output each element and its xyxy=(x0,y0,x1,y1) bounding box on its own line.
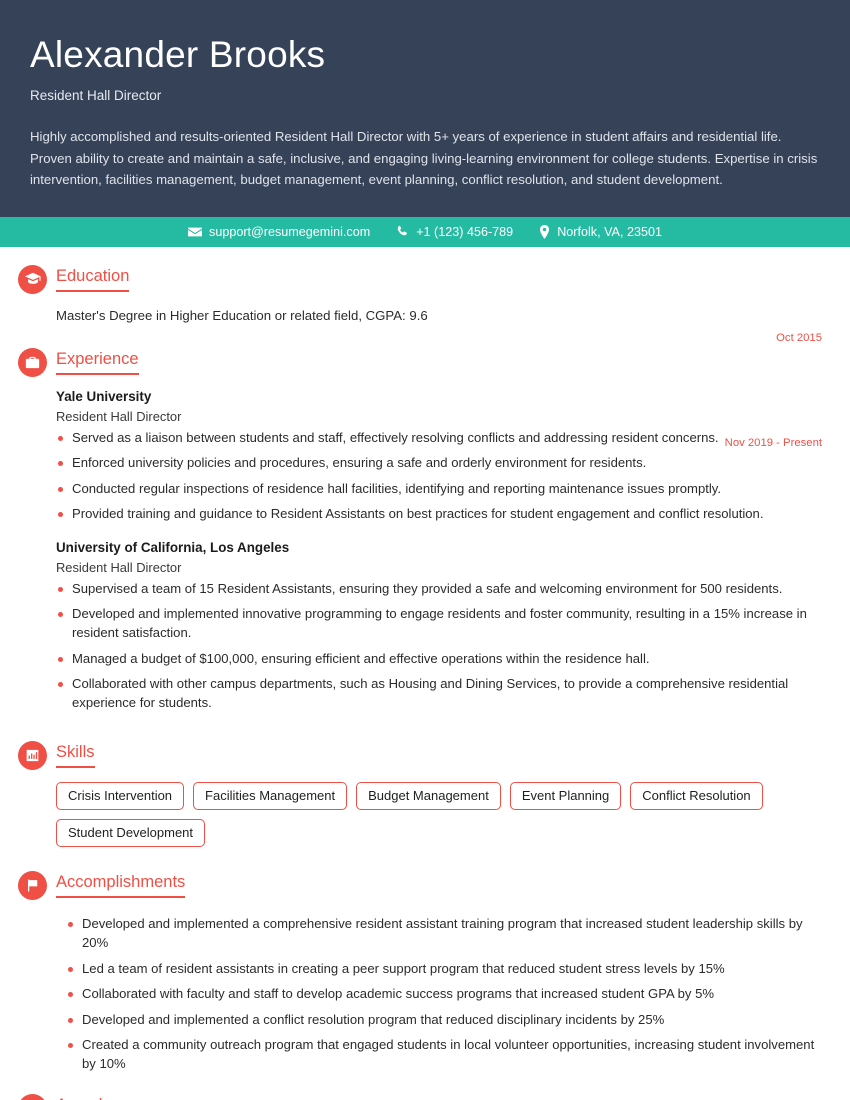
list-item: Collaborated with faculty and staff to d… xyxy=(66,985,822,1004)
list-item: Served as a liaison between students and… xyxy=(56,429,822,448)
experience-company: University of California, Los Angeles xyxy=(56,539,290,555)
section-skills: Skills Crisis Intervention Facilities Ma… xyxy=(18,719,822,848)
section-title-underline xyxy=(56,766,95,769)
contact-phone-text: +1 (123) 456-789 xyxy=(416,224,514,239)
section-accomplishments-title-wrap: Accomplishments xyxy=(56,871,186,899)
trophy-icon xyxy=(18,1094,47,1100)
page-title: Alexander Brooks xyxy=(30,34,326,75)
section-skills-title-wrap: Skills xyxy=(56,741,95,769)
contact-bar: support@resumegemini.com +1 (123) 456-78… xyxy=(0,216,850,247)
section-title: Education xyxy=(56,266,130,285)
section-accomplishments-content: Developed and implemented a comprehensiv… xyxy=(18,900,822,1073)
list-item: Provided training and guidance to Reside… xyxy=(56,505,822,524)
experience-item: University of California, Los Angeles Re… xyxy=(56,540,822,712)
header-job-title: Resident Hall Director xyxy=(30,88,162,104)
list-item: Enforced university policies and procedu… xyxy=(56,454,822,473)
contact-email[interactable]: support@resumegemini.com xyxy=(188,225,370,239)
contact-location-text: Norfolk, VA, 23501 xyxy=(557,224,662,239)
contact-email-text: support@resumegemini.com xyxy=(209,224,371,239)
resume-header: Alexander Brooks Resident Hall Director … xyxy=(0,0,850,217)
skill-chip[interactable]: Crisis Intervention xyxy=(56,782,185,811)
professional-summary: Highly accomplished and results-oriented… xyxy=(30,129,818,188)
section-education: Education Master's Degree in Higher Educ… xyxy=(18,247,822,344)
list-item: Led a team of resident assistants in cre… xyxy=(66,960,822,979)
section-skills-content: Crisis Intervention Facilities Managemen… xyxy=(18,770,822,848)
section-title: Accomplishments xyxy=(56,873,186,892)
section-accomplishments: Accomplishments Developed and implemente… xyxy=(18,847,822,1073)
resume-page: Alexander Brooks Resident Hall Director … xyxy=(0,0,850,1100)
skill-chip[interactable]: Budget Management xyxy=(356,782,501,811)
section-title: Awards xyxy=(56,1096,111,1100)
section-title: Experience xyxy=(56,349,139,368)
experience-bullets: Served as a liaison between students and… xyxy=(56,429,822,524)
section-experience-content: Yale University Resident Hall Director N… xyxy=(18,377,822,713)
bar-chart-icon xyxy=(18,741,47,771)
section-awards-title-wrap: Awards xyxy=(56,1094,111,1100)
experience-role: Resident Hall Director xyxy=(56,559,182,575)
section-experience: Experience Yale University Resident Hall… xyxy=(18,344,822,713)
resume-body: Education Master's Degree in Higher Educ… xyxy=(0,247,850,1100)
section-education-title-wrap: Education xyxy=(56,265,130,292)
section-education-header: Education xyxy=(18,264,822,294)
skill-chip[interactable]: Student Development xyxy=(56,819,206,848)
education-date: Oct 2015 xyxy=(776,331,822,344)
accomplishments-bullets: Developed and implemented a comprehensiv… xyxy=(66,915,822,1073)
section-title-underline xyxy=(56,372,139,375)
graduation-cap-icon xyxy=(18,264,47,294)
flag-icon xyxy=(18,871,47,901)
list-item: Created a community outreach program tha… xyxy=(66,1036,822,1073)
section-awards-header: Awards xyxy=(18,1094,822,1100)
skill-chip[interactable]: Conflict Resolution xyxy=(630,782,763,811)
section-experience-title-wrap: Experience xyxy=(56,348,139,375)
section-accomplishments-header: Accomplishments xyxy=(18,871,822,901)
education-degree: Master's Degree in Higher Education or r… xyxy=(56,307,428,323)
experience-role: Resident Hall Director xyxy=(56,408,182,424)
section-title: Skills xyxy=(56,743,95,762)
section-education-content: Master's Degree in Higher Education or r… xyxy=(18,294,822,344)
skill-chip[interactable]: Event Planning xyxy=(509,782,622,811)
section-title-underline xyxy=(56,289,130,292)
experience-company: Yale University xyxy=(56,388,152,404)
briefcase-icon xyxy=(18,347,47,377)
experience-bullets: Supervised a team of 15 Resident Assista… xyxy=(56,580,822,712)
list-item: Collaborated with other campus departmen… xyxy=(56,675,822,712)
list-item: Conducted regular inspections of residen… xyxy=(56,480,822,499)
skill-chip-list: Crisis Intervention Facilities Managemen… xyxy=(56,770,822,848)
list-item: Developed and implemented a comprehensiv… xyxy=(66,915,822,952)
list-item: Developed and implemented innovative pro… xyxy=(56,605,822,642)
phone-icon xyxy=(396,225,409,238)
contact-location[interactable]: Norfolk, VA, 23501 xyxy=(539,224,662,239)
section-skills-header: Skills xyxy=(18,741,822,771)
list-item: Supervised a team of 15 Resident Assista… xyxy=(56,580,822,599)
list-item: Developed and implemented a conflict res… xyxy=(66,1011,822,1030)
section-experience-header: Experience xyxy=(18,347,822,377)
experience-item: Yale University Resident Hall Director N… xyxy=(56,389,822,524)
envelope-icon xyxy=(188,225,203,239)
section-awards: Awards xyxy=(18,1080,822,1100)
list-item: Managed a budget of $100,000, ensuring e… xyxy=(56,650,822,669)
section-title-underline xyxy=(56,896,186,899)
location-pin-icon xyxy=(539,224,550,239)
skill-chip[interactable]: Facilities Management xyxy=(193,782,348,811)
contact-phone[interactable]: +1 (123) 456-789 xyxy=(396,225,513,239)
